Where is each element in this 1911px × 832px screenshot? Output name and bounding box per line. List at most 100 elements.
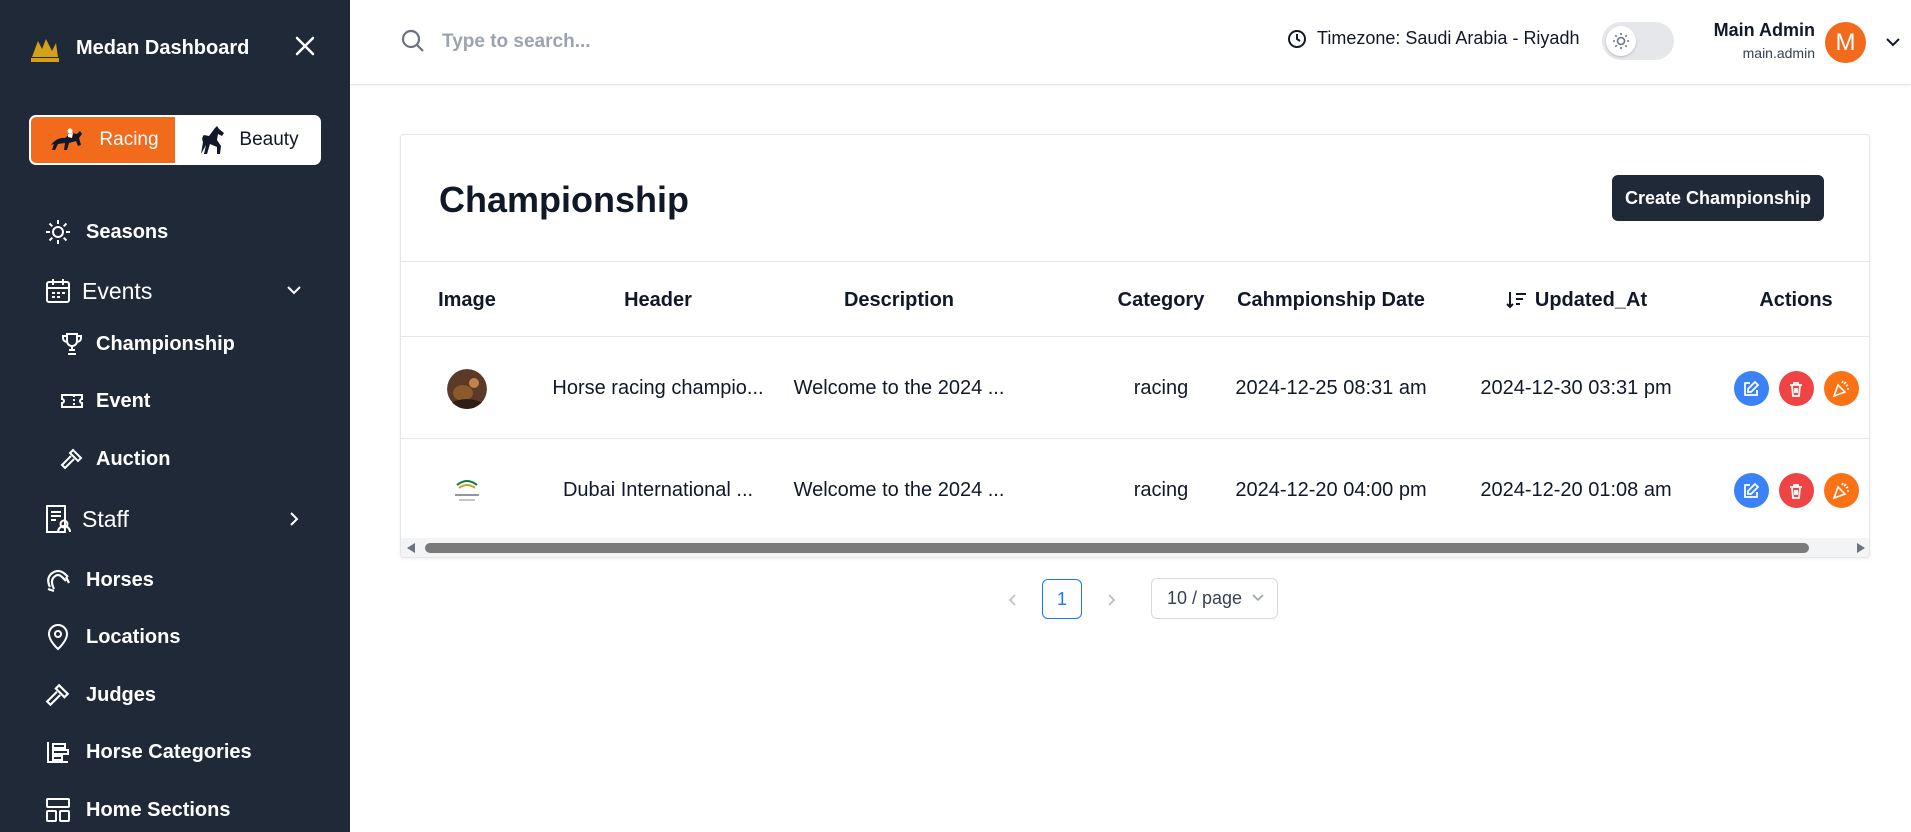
events-chevron-down-icon[interactable] [284, 280, 304, 300]
delete-button[interactable] [1778, 371, 1814, 406]
chevron-left-icon [1008, 594, 1016, 606]
sidebar-item-staff[interactable]: Staff [44, 505, 129, 533]
timezone-label: Timezone: Saudi Arabia - Riyadh [1317, 28, 1580, 48]
sidebar-item-locations[interactable]: Locations [44, 623, 180, 651]
column-updated-at-header[interactable]: Updated_At [1461, 262, 1691, 338]
party-popper-icon [1832, 482, 1849, 499]
racing-tab-label: Racing [99, 129, 159, 150]
chevron-down-icon [1252, 594, 1264, 602]
brand-title: Medan Dashboard [76, 36, 250, 59]
page-size-select[interactable]: 10 / page [1151, 578, 1278, 619]
beauty-tab[interactable]: Beauty [175, 117, 319, 163]
search-icon [401, 29, 424, 52]
sidebar-item-label: Auction [96, 447, 171, 470]
timezone-display: Timezone: Saudi Arabia - Riyadh [1287, 28, 1579, 49]
celebrate-button[interactable] [1823, 473, 1859, 508]
scroll-right-arrow-icon[interactable] [1857, 543, 1865, 553]
championship-thumbnail [447, 470, 487, 511]
search-input[interactable] [442, 24, 862, 60]
user-handle: main.admin [1742, 45, 1815, 61]
sun-icon [1613, 33, 1629, 49]
next-page-button[interactable] [1100, 588, 1124, 612]
horizontal-scrollbar[interactable] [401, 538, 1869, 557]
sort-descending-icon [1506, 292, 1526, 309]
scrollbar-thumb[interactable] [425, 543, 1809, 553]
beauty-tab-label: Beauty [239, 129, 299, 150]
mode-switcher: Racing Beauty [29, 115, 321, 165]
sidebar-item-seasons[interactable]: Seasons [44, 218, 168, 246]
description-cell: Welcome to the 2024 ... [793, 377, 1005, 399]
previous-page-button[interactable] [1000, 588, 1024, 612]
page-size-value: 10 / page [1167, 588, 1243, 608]
close-icon [295, 36, 315, 56]
updated-at-cell: 2024-12-20 01:08 am [1480, 479, 1672, 501]
championship-card: Championship Create Championship Image H… [400, 134, 1870, 558]
sidebar-item-horses[interactable]: Horses [44, 566, 154, 594]
column-updated-at: Updated_At [1534, 288, 1648, 311]
horseshoe-icon [44, 566, 72, 594]
column-actions: Actions [1759, 288, 1833, 311]
sidebar-item-label: Championship [96, 332, 235, 355]
gavel-icon [58, 445, 86, 473]
celebrate-button[interactable] [1823, 371, 1859, 406]
sidebar-item-home-sections[interactable]: Home Sections [44, 796, 230, 824]
table-header: Image Header Description Category Cahmpi… [401, 261, 1869, 338]
sidebar: Medan Dashboard Racing Beauty Seasons Ev… [0, 0, 350, 832]
table-row: Dubai International ... Welcome to the 2… [401, 440, 1869, 541]
sidebar-item-label: Staff [82, 505, 129, 532]
user-info: Main Admin main.admin [1685, 20, 1815, 61]
sidebar-item-label: Events [82, 277, 153, 304]
create-championship-button[interactable]: Create Championship [1612, 175, 1824, 221]
edit-icon [1744, 482, 1760, 498]
edit-button[interactable] [1733, 371, 1769, 406]
staff-chevron-right-icon[interactable] [284, 509, 304, 529]
scroll-left-arrow-icon[interactable] [407, 543, 415, 553]
sidebar-item-judges[interactable]: Judges [44, 681, 156, 709]
sidebar-item-label: Event [96, 389, 151, 412]
avatar[interactable]: M [1825, 22, 1866, 63]
staff-icon [44, 505, 72, 533]
ticket-icon [58, 387, 86, 415]
championship-date-cell: 2024-12-25 08:31 am [1235, 377, 1427, 399]
page-1-button[interactable]: 1 [1042, 579, 1082, 619]
close-sidebar-button[interactable] [290, 31, 320, 61]
header-cell: Horse racing champio... [552, 377, 764, 399]
sidebar-item-championship[interactable]: Championship [58, 330, 235, 358]
updated-at-cell: 2024-12-30 03:31 pm [1480, 377, 1672, 399]
delete-button[interactable] [1778, 473, 1814, 508]
brand: Medan Dashboard [28, 30, 249, 66]
sidebar-item-label: Judges [86, 683, 157, 706]
page-title: Championship [439, 179, 689, 220]
racing-tab[interactable]: Racing [31, 117, 175, 163]
column-description: Description [843, 288, 955, 311]
trash-icon [1790, 381, 1802, 397]
edit-icon [1744, 380, 1760, 396]
sun-icon [44, 218, 72, 246]
racing-horse-icon [51, 128, 83, 150]
sidebar-item-events[interactable]: Events [44, 277, 152, 305]
championship-thumbnail [447, 368, 487, 409]
trophy-icon [58, 330, 86, 358]
calendar-icon [44, 277, 72, 305]
layout-icon [44, 796, 72, 824]
categories-icon [44, 738, 72, 766]
theme-toggle[interactable] [1602, 22, 1674, 60]
theme-toggle-knob [1606, 26, 1636, 56]
actions-cell [1726, 338, 1866, 439]
sidebar-item-auction[interactable]: Auction [58, 445, 170, 473]
sidebar-item-horse-categories[interactable]: Horse Categories [44, 738, 252, 766]
sidebar-item-label: Horse Categories [86, 740, 252, 763]
header-cell: Dubai International ... [562, 479, 754, 501]
sidebar-item-label: Home Sections [86, 798, 231, 821]
chevron-down-icon[interactable] [1883, 32, 1903, 52]
sidebar-item-label: Locations [86, 625, 181, 648]
gavel-icon [44, 681, 72, 709]
table-row: Horse racing champio... Welcome to the 2… [401, 338, 1869, 439]
edit-button[interactable] [1733, 473, 1769, 508]
sidebar-item-event[interactable]: Event [58, 387, 150, 415]
actions-cell [1726, 440, 1866, 541]
column-header: Header [624, 288, 692, 311]
party-popper-icon [1832, 380, 1849, 397]
medan-logo-icon [31, 39, 59, 62]
chevron-right-icon [1108, 594, 1116, 606]
